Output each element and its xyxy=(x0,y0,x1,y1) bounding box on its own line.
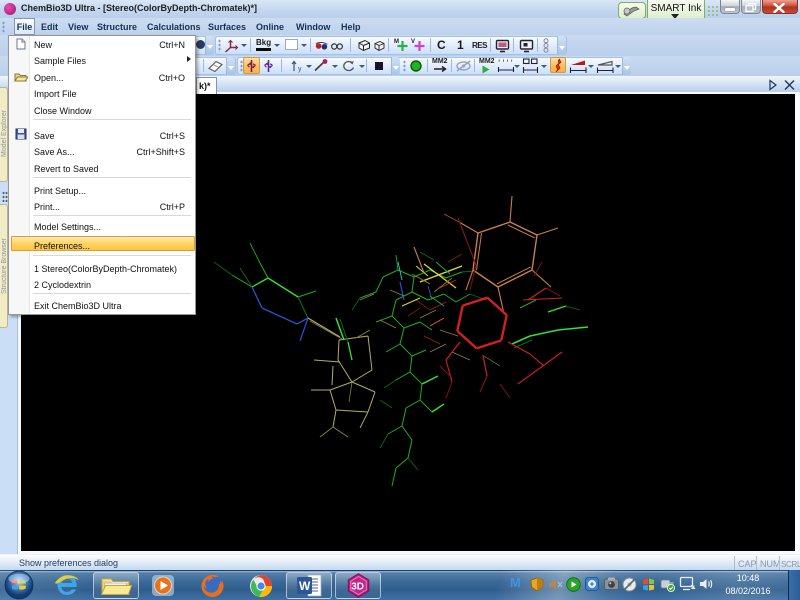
svg-text:3D: 3D xyxy=(351,582,364,593)
svg-text:M: M xyxy=(394,39,399,45)
svg-text:V: V xyxy=(411,39,415,45)
svg-text:W: W xyxy=(299,579,311,593)
svg-text:y: y xyxy=(298,66,302,73)
svg-text:'''': '''' xyxy=(497,60,514,68)
